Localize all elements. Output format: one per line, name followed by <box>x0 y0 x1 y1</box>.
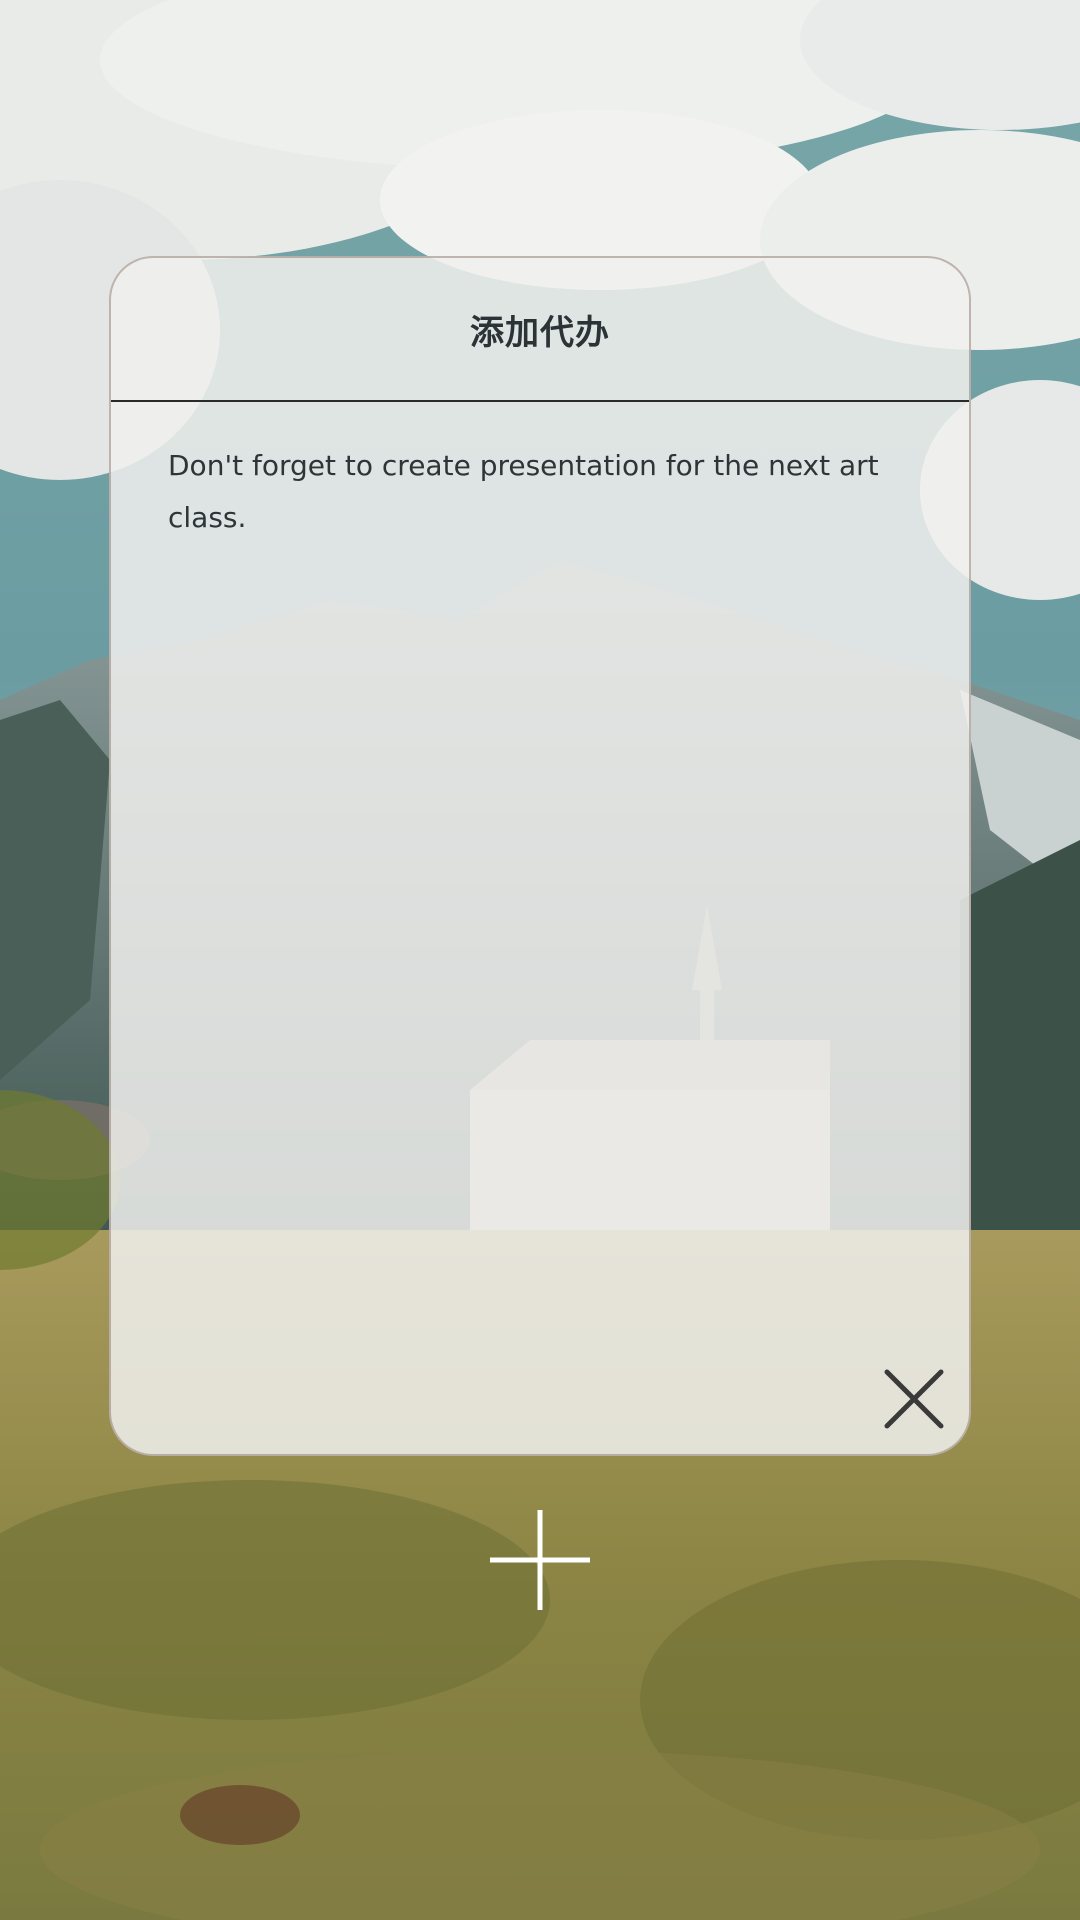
dialog-title: 添加代办 <box>470 312 610 353</box>
close-icon <box>884 1369 944 1429</box>
add-todo-dialog: 添加代办 Don't forget to create presentation… <box>109 256 971 1456</box>
todo-text-input[interactable]: Don't forget to create presentation for … <box>168 440 928 544</box>
plus-icon <box>490 1510 590 1610</box>
add-todo-button[interactable] <box>488 1508 592 1612</box>
close-button[interactable] <box>879 1364 949 1434</box>
dialog-header: 添加代办 <box>111 258 969 402</box>
